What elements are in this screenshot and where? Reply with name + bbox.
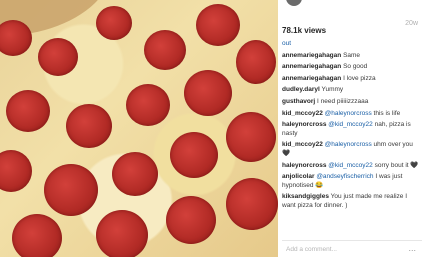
comment-mention[interactable]: @kid_mccoy22 [328,162,373,169]
comment: gusthavorj I need piiiiizzzaaa [282,98,422,107]
comment: annemariegahagan Same [282,52,422,61]
pepperoni [6,90,50,132]
comment-text: I need piiiiizzzaaa [317,97,369,105]
pepperoni [112,152,158,196]
pepperoni [226,178,278,230]
comment-text: Yummy [321,86,344,94]
comment: anjolicolar @andseyfischerrich I was jus… [282,173,422,190]
comment: kiksandgiggles You just made me realize … [282,193,422,210]
comment: annemariegahagan So good [282,63,422,72]
pepperoni [236,40,276,84]
pepperoni [66,104,112,148]
comment: kid_mccoy22 @haleynorcross this is life [282,110,422,119]
comment-username[interactable]: gusthavorj [282,98,315,105]
comment-username[interactable]: annemariegahagan [282,52,341,59]
load-more-comments-link[interactable]: out [282,40,422,49]
comment-text: So good [343,63,368,71]
comment-text: sorry bout it 🖤 [374,161,419,169]
pepperoni [38,38,78,76]
post-age[interactable]: 20w [405,20,418,27]
comment: annemariegahagan I love pizza [282,75,422,84]
comment: haleynorcross @kid_mccoy22 nah, pizza is… [282,121,422,138]
comment-username[interactable]: haleynorcross [282,121,326,128]
pepperoni [12,214,62,257]
pepperoni [0,150,32,192]
pepperoni [170,132,218,178]
comment-text: I love pizza [343,74,376,82]
more-options-icon[interactable]: ... [408,243,416,253]
comments-panel: 78.1k views 20w out annemariegahagan Sam… [278,0,426,257]
pepperoni [44,164,98,216]
pepperoni [126,84,170,126]
comment-mention[interactable]: @haleynorcross [325,110,372,117]
comment-username[interactable]: haleynorcross [282,162,326,169]
comment-username[interactable]: kiksandgiggles [282,193,329,200]
post-photo [0,0,278,257]
comment: dudley.daryl Yummy [282,86,422,95]
comment-mention[interactable]: @haleynorcross [325,141,372,148]
pepperoni [144,30,186,70]
comment-username[interactable]: dudley.daryl [282,86,320,93]
comment-mention[interactable]: @kid_mccoy22 [328,121,373,128]
pepperoni [0,20,32,56]
avatar[interactable] [286,0,302,6]
pepperoni [96,210,148,257]
comment-username[interactable]: annemariegahagan [282,75,341,82]
comment-list: out annemariegahagan Same annemariegahag… [282,40,422,214]
comment-username[interactable]: anjolicolar [282,173,315,180]
add-comment-bar: ... [282,240,422,257]
comment-text: this is life [373,109,401,117]
comment: kid_mccoy22 @haleynorcross uhm over you … [282,141,422,158]
comment-username[interactable]: kid_mccoy22 [282,141,323,148]
pepperoni [196,4,240,46]
comment-text: Same [343,51,361,59]
comment-username[interactable]: kid_mccoy22 [282,110,323,117]
comment-mention[interactable]: @andseyfischerrich [316,173,373,180]
comment-username[interactable]: annemariegahagan [282,63,341,70]
pepperoni [226,112,276,162]
view-count: 78.1k views [282,26,327,35]
post-header [282,0,422,8]
pepperoni [96,6,132,40]
pepperoni [166,196,216,244]
add-comment-input[interactable] [286,245,396,254]
pepperoni [184,70,232,116]
comment: haleynorcross @kid_mccoy22 sorry bout it… [282,162,422,171]
